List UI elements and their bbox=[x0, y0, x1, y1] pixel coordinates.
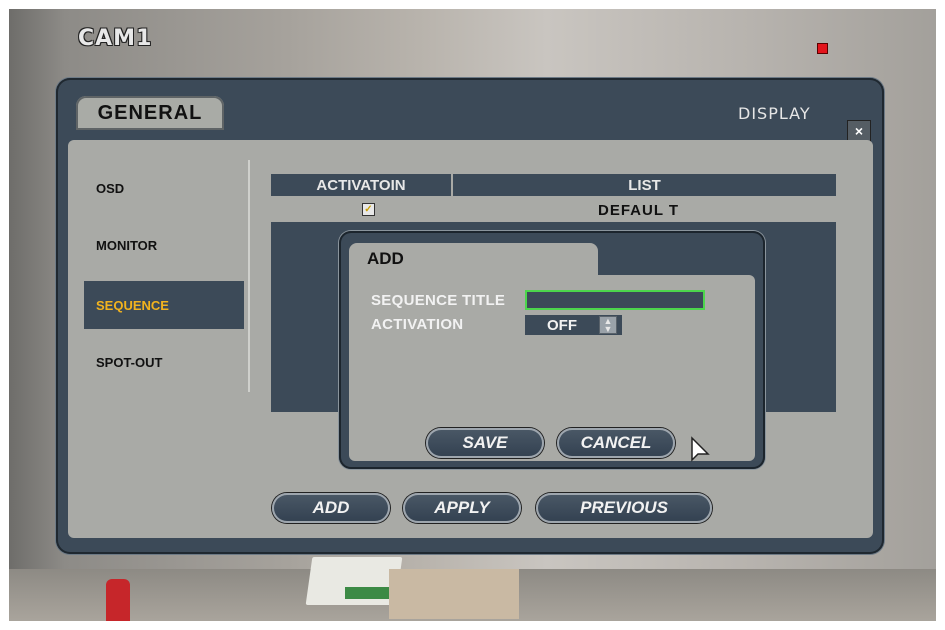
mouse-cursor-icon bbox=[691, 436, 710, 462]
sidebar-item-sequence[interactable]: SEQUENCE bbox=[84, 281, 244, 329]
activation-checkbox[interactable]: ✓ bbox=[362, 203, 375, 216]
background-carton bbox=[389, 569, 519, 619]
up-down-arrow-icon[interactable]: ▲ ▼ bbox=[599, 316, 617, 334]
activation-label: ACTIVATION bbox=[371, 316, 464, 333]
camera-label: CAM1 bbox=[78, 26, 153, 51]
dialog-title: ADD bbox=[349, 243, 598, 275]
cancel-button[interactable]: CANCEL bbox=[557, 428, 675, 458]
sidebar-item-osd[interactable]: OSD bbox=[84, 164, 244, 212]
table-row[interactable] bbox=[271, 198, 836, 222]
sidebar-divider bbox=[248, 160, 250, 392]
tab-general[interactable]: GENERAL bbox=[76, 96, 224, 130]
apply-button[interactable]: APPLY bbox=[403, 493, 521, 523]
table-header: ACTIVATOIN LIST bbox=[271, 174, 836, 196]
add-button[interactable]: ADD bbox=[272, 493, 390, 523]
sequence-title-label: SEQUENCE TITLE bbox=[371, 292, 506, 309]
activation-spinner[interactable]: OFF ▲ ▼ bbox=[525, 315, 622, 335]
save-button[interactable]: SAVE bbox=[426, 428, 544, 458]
column-header-list: LIST bbox=[628, 176, 661, 194]
sequence-title-input[interactable] bbox=[525, 290, 705, 310]
record-indicator-icon bbox=[817, 43, 828, 54]
list-cell: DEFAUL T bbox=[598, 202, 680, 219]
close-icon[interactable]: × bbox=[847, 120, 871, 142]
fire-extinguisher bbox=[106, 579, 130, 621]
sidebar-item-monitor[interactable]: MONITOR bbox=[84, 221, 244, 269]
activation-value: OFF bbox=[547, 316, 577, 334]
column-header-activation: ACTIVATOIN bbox=[271, 174, 453, 196]
sidebar-item-spot-out[interactable]: SPOT-OUT bbox=[84, 338, 244, 386]
previous-button[interactable]: PREVIOUS bbox=[536, 493, 712, 523]
window-title: DISPLAY bbox=[738, 104, 811, 123]
